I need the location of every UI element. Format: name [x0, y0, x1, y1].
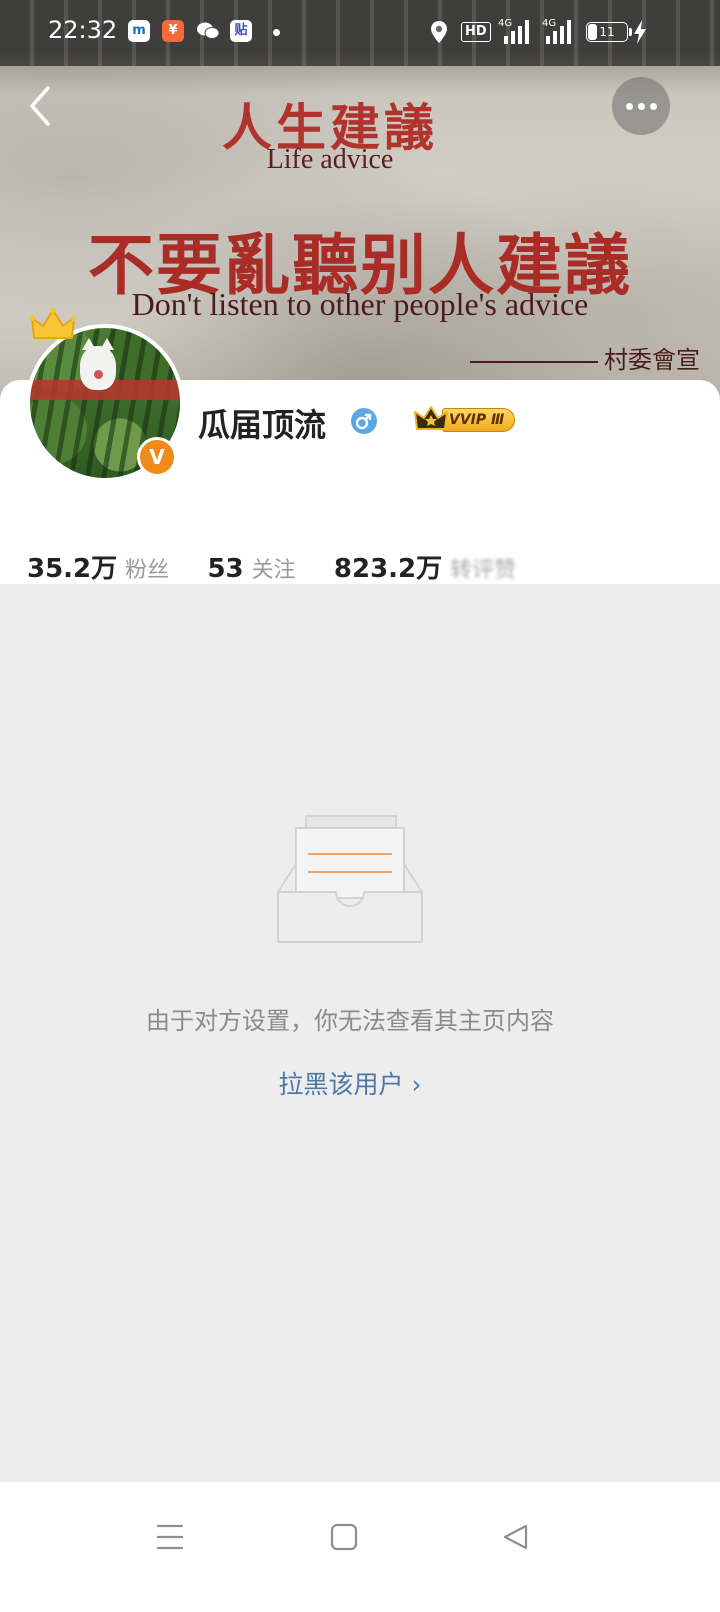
- verified-badge: V: [137, 437, 177, 477]
- charging-icon: [633, 20, 647, 50]
- banner-headline-en: Life advice: [266, 144, 394, 175]
- stat-following[interactable]: 53 关注: [207, 554, 325, 584]
- signal-icon-sim1: 4G: [498, 18, 542, 44]
- vvip-label: VVIP Ⅲ: [442, 408, 516, 432]
- status-bar: 22:32 m ¥ 贴 HD 4G 4G 11: [0, 0, 720, 62]
- gender-male-icon: [351, 408, 377, 434]
- app-yuan-icon: ¥: [162, 20, 184, 42]
- vip-crown-icon: [414, 406, 448, 430]
- banner-signature: 村委會宣: [470, 340, 700, 375]
- username: 瓜届顶流: [198, 406, 327, 444]
- wechat-icon: [196, 20, 220, 42]
- status-time: 22:32: [48, 16, 118, 44]
- crown-icon: [30, 308, 76, 339]
- empty-inbox-icon: [277, 815, 423, 943]
- network-type-2: 4G: [542, 18, 557, 29]
- location-icon: [431, 21, 447, 43]
- chevron-left-icon: [30, 86, 50, 126]
- nav-home-button[interactable]: [304, 1508, 384, 1568]
- profile-stats: 35.2万 粉丝 53 关注 823.2万 转评赞: [27, 548, 546, 584]
- back-button[interactable]: [24, 84, 64, 128]
- battery-icon: 11: [586, 22, 632, 42]
- hd-voice-icon: HD: [461, 22, 491, 42]
- menu-icon: [156, 1524, 184, 1550]
- system-nav-bar: [0, 1482, 720, 1612]
- nav-back-button[interactable]: [476, 1508, 556, 1568]
- banner-main-en: Don't listen to other people's advice: [131, 286, 589, 322]
- stat-followers[interactable]: 35.2万 粉丝: [27, 554, 199, 584]
- square-icon: [330, 1523, 358, 1551]
- signal-icon-sim2: 4G: [538, 18, 582, 44]
- notification-dot: [273, 29, 280, 36]
- tieba-icon: 贴: [230, 20, 252, 42]
- battery-level: 11: [599, 25, 615, 39]
- app-shield-icon: m: [128, 20, 150, 42]
- nav-menu-button[interactable]: [130, 1508, 210, 1568]
- stat-likes[interactable]: 823.2万 转评赞: [334, 554, 546, 584]
- block-user-link[interactable]: 拉黑该用户 ›: [0, 1065, 700, 1101]
- private-profile-message: 由于对方设置，你无法查看其主页内容: [146, 1007, 554, 1035]
- network-type-1: 4G: [498, 18, 513, 29]
- triangle-back-icon: [503, 1524, 528, 1550]
- more-options-button[interactable]: [612, 77, 670, 135]
